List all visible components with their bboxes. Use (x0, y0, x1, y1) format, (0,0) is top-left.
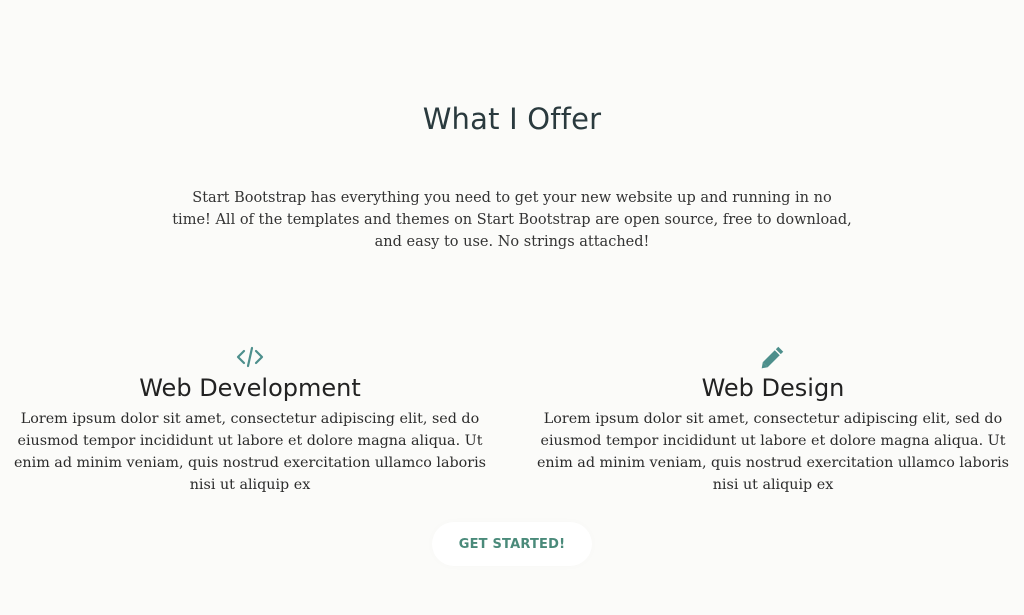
service-web-design: Web Design Lorem ipsum dolor sit amet, c… (528, 345, 1018, 496)
code-icon (235, 345, 265, 371)
service-title: Web Development (139, 374, 361, 402)
pencil-icon (758, 345, 788, 371)
get-started-button[interactable]: GET STARTED! (432, 522, 592, 566)
service-description: Lorem ipsum dolor sit amet, consectetur … (536, 411, 1010, 493)
section-lead-text: Start Bootstrap has everything you need … (172, 190, 852, 250)
service-description: Lorem ipsum dolor sit amet, consectetur … (13, 411, 487, 493)
service-web-development: Web Development Lorem ipsum dolor sit am… (5, 345, 495, 496)
service-title: Web Design (701, 374, 845, 402)
section-heading: What I Offer (422, 102, 602, 136)
services-section: What I Offer Start Bootstrap has everyth… (0, 0, 1024, 615)
